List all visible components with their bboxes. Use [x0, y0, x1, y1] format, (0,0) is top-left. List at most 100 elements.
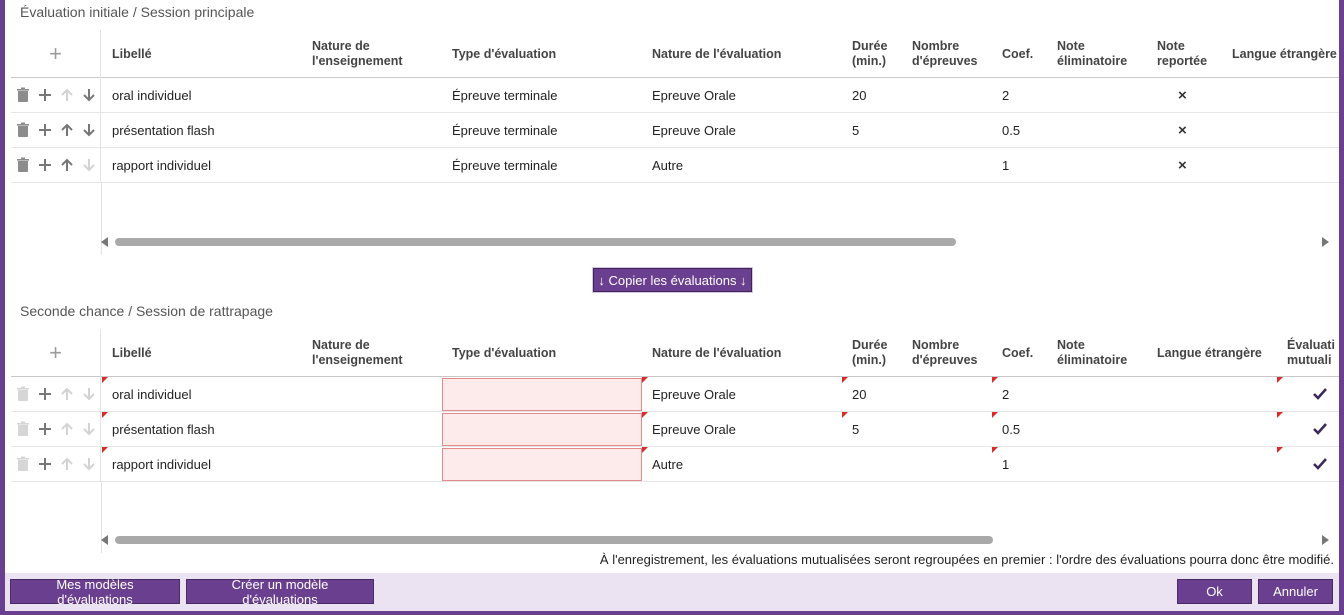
cell-coef[interactable]: 0.5	[1002, 412, 1020, 446]
cell-type-error[interactable]	[442, 378, 642, 411]
scroll-right-icon[interactable]	[1322, 237, 1329, 247]
cell-nature[interactable]: Epreuve Orale	[652, 377, 736, 411]
trash-icon[interactable]	[15, 421, 31, 437]
copy-evaluations-button[interactable]: ↓ Copier les évaluations ↓	[592, 267, 753, 293]
trash-icon[interactable]	[15, 122, 31, 138]
table-row[interactable]: rapport individuel Autre 1	[11, 447, 1339, 482]
checkmark-icon[interactable]	[1311, 377, 1329, 411]
arrow-up-icon[interactable]	[59, 456, 75, 472]
cell-type-error[interactable]	[442, 413, 642, 446]
col-type-evaluation[interactable]: Type d'évaluation	[452, 30, 556, 78]
cell-duree[interactable]: 20	[852, 377, 866, 411]
cancel-button[interactable]: Annuler	[1258, 579, 1333, 604]
col-note-eliminatoire[interactable]: Note éliminatoire	[1057, 30, 1127, 78]
checkmark-icon[interactable]	[1311, 447, 1329, 481]
cell-nature[interactable]: Epreuve Orale	[652, 113, 736, 147]
col-nature-enseignement[interactable]: Nature de l'enseignement	[312, 329, 403, 377]
col-nature-evaluation[interactable]: Nature de l'évaluation	[652, 30, 781, 78]
col-nombre-epreuves[interactable]: Nombre d'épreuves	[912, 329, 978, 377]
col-mutualisee[interactable]: Évaluati mutuali	[1287, 329, 1335, 377]
arrow-down-icon[interactable]	[81, 456, 97, 472]
cell-coef[interactable]: 2	[1002, 78, 1009, 112]
scroll-right-icon[interactable]	[1322, 535, 1329, 545]
my-models-button[interactable]: Mes modèles d'évaluations	[10, 577, 180, 607]
col-coef[interactable]: Coef.	[1002, 30, 1033, 78]
close-icon[interactable]: ×	[1178, 78, 1187, 112]
cell-duree[interactable]: 5	[852, 412, 859, 446]
trash-icon[interactable]	[15, 386, 31, 402]
arrow-up-icon[interactable]	[59, 386, 75, 402]
plus-icon[interactable]: +	[49, 340, 62, 366]
table-row[interactable]: oral individuel Épreuve terminale Epreuv…	[11, 78, 1339, 113]
arrow-down-icon[interactable]	[81, 87, 97, 103]
col-nature-enseignement[interactable]: Nature de l'enseignement	[312, 30, 403, 78]
close-icon[interactable]: ×	[1178, 148, 1187, 182]
cell-duree[interactable]: 5	[852, 113, 859, 147]
arrow-down-icon[interactable]	[81, 157, 97, 173]
plus-icon[interactable]	[37, 386, 53, 402]
cell-type[interactable]: Épreuve terminale	[452, 148, 558, 182]
table-row[interactable]: oral individuel Epreuve Orale 20 2	[11, 377, 1339, 412]
cell-libelle[interactable]: présentation flash	[112, 412, 215, 446]
horizontal-scrollbar[interactable]	[101, 235, 1333, 247]
col-libelle[interactable]: Libellé	[112, 329, 152, 377]
scroll-thumb[interactable]	[115, 238, 956, 246]
trash-icon[interactable]	[15, 456, 31, 472]
col-nombre-epreuves[interactable]: Nombre d'épreuves	[912, 30, 978, 78]
col-type-evaluation[interactable]: Type d'évaluation	[452, 329, 556, 377]
col-duree[interactable]: Durée (min.)	[852, 329, 887, 377]
plus-icon[interactable]	[37, 456, 53, 472]
scroll-thumb[interactable]	[115, 536, 993, 544]
arrow-up-icon[interactable]	[59, 122, 75, 138]
cell-nature[interactable]: Epreuve Orale	[652, 412, 736, 446]
col-libelle[interactable]: Libellé	[112, 30, 152, 78]
cell-duree[interactable]: 20	[852, 78, 866, 112]
checkmark-icon[interactable]	[1311, 412, 1329, 446]
plus-icon[interactable]	[37, 122, 53, 138]
cell-nature[interactable]: Epreuve Orale	[652, 78, 736, 112]
cell-nature[interactable]: Autre	[652, 447, 683, 481]
add-row-button[interactable]: +	[11, 30, 101, 78]
cell-type-error[interactable]	[442, 448, 642, 481]
table-row[interactable]: rapport individuel Épreuve terminale Aut…	[11, 148, 1339, 183]
arrow-down-icon[interactable]	[81, 386, 97, 402]
trash-icon[interactable]	[15, 87, 31, 103]
col-langue-etrangere[interactable]: Langue étrangère	[1157, 329, 1262, 377]
cell-libelle[interactable]: rapport individuel	[112, 148, 211, 182]
add-row-button[interactable]: +	[11, 329, 101, 377]
cell-nature[interactable]: Autre	[652, 148, 683, 182]
col-note-reportee[interactable]: Note reportée	[1157, 30, 1207, 78]
arrow-up-icon[interactable]	[59, 421, 75, 437]
cell-type[interactable]: Épreuve terminale	[452, 78, 558, 112]
cell-coef[interactable]: 1	[1002, 447, 1009, 481]
create-model-button[interactable]: Créer un modèle d'évaluations	[186, 577, 374, 607]
col-coef[interactable]: Coef.	[1002, 329, 1033, 377]
plus-icon[interactable]	[37, 421, 53, 437]
arrow-down-icon[interactable]	[81, 122, 97, 138]
plus-icon[interactable]: +	[49, 41, 62, 67]
cell-libelle[interactable]: rapport individuel	[112, 447, 211, 481]
close-icon[interactable]: ×	[1178, 113, 1187, 147]
table-row[interactable]: présentation flash Epreuve Orale 5 0.5	[11, 412, 1339, 447]
col-duree[interactable]: Durée (min.)	[852, 30, 887, 78]
plus-icon[interactable]	[37, 157, 53, 173]
cell-libelle[interactable]: oral individuel	[112, 377, 192, 411]
table-row[interactable]: présentation flash Épreuve terminale Epr…	[11, 113, 1339, 148]
cell-type[interactable]: Épreuve terminale	[452, 113, 558, 147]
cell-coef[interactable]: 0.5	[1002, 113, 1020, 147]
ok-button[interactable]: Ok	[1177, 579, 1252, 604]
horizontal-scrollbar[interactable]	[101, 533, 1333, 545]
arrow-up-icon[interactable]	[59, 87, 75, 103]
plus-icon[interactable]	[37, 87, 53, 103]
scroll-left-icon[interactable]	[101, 535, 108, 545]
arrow-up-icon[interactable]	[59, 157, 75, 173]
cell-coef[interactable]: 2	[1002, 377, 1009, 411]
arrow-down-icon[interactable]	[81, 421, 97, 437]
col-note-eliminatoire[interactable]: Note éliminatoire	[1057, 329, 1127, 377]
cell-coef[interactable]: 1	[1002, 148, 1009, 182]
cell-libelle[interactable]: oral individuel	[112, 78, 192, 112]
cell-libelle[interactable]: présentation flash	[112, 113, 215, 147]
col-langue-etrangere[interactable]: Langue étrangère	[1232, 30, 1337, 78]
trash-icon[interactable]	[15, 157, 31, 173]
col-nature-evaluation[interactable]: Nature de l'évaluation	[652, 329, 781, 377]
